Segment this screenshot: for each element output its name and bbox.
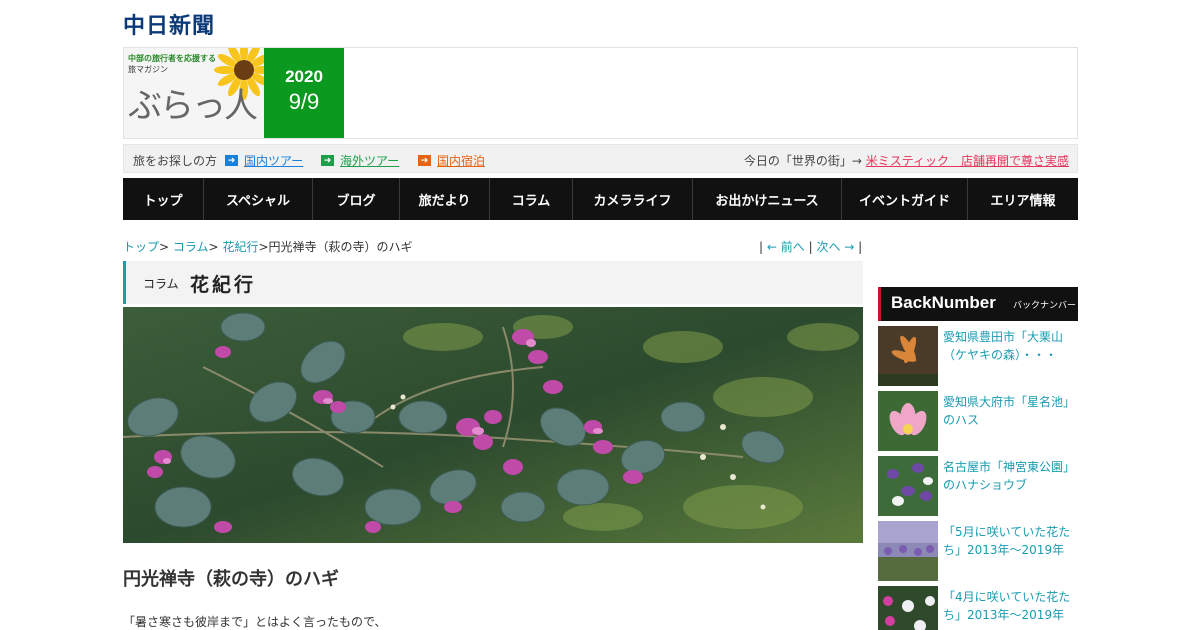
domestic-tour-link[interactable]: ➜ 国内ツアー xyxy=(225,152,303,169)
logo-text: 中日新聞 xyxy=(123,13,216,39)
bush-clover-photo xyxy=(123,307,863,543)
banner-title: ぶらっ人 xyxy=(128,86,258,126)
section-category: コラム xyxy=(143,277,179,291)
search-label: 旅をお探しの方 xyxy=(133,154,218,168)
thumbnail-image xyxy=(878,521,938,581)
banner-tagline: 中部の旅行者を応援する xyxy=(128,54,216,63)
backnumber-subtitle: バックナンバー xyxy=(1013,301,1077,311)
backnumber-caption[interactable]: 名古屋市「神宮東公園」のハナショウブ xyxy=(943,458,1075,494)
thumbnail-image xyxy=(878,456,938,516)
section-title: 花紀行 xyxy=(190,274,257,296)
breadcrumb: トップ> コラム> 花紀行>円光禅寺（萩の寺）のハギ xyxy=(123,238,413,255)
crumb-column[interactable]: コラム xyxy=(173,240,209,254)
nav-column[interactable]: コラム xyxy=(490,178,573,220)
main-nav: トップ スペシャル ブログ 旅だより コラム カメラライフ お出かけニュース イ… xyxy=(123,178,1078,220)
backnumber-item[interactable]: 名古屋市「神宮東公園」のハナショウブ xyxy=(878,451,1078,516)
crumb-flower[interactable]: 花紀行 xyxy=(222,240,258,254)
nav-outing-news[interactable]: お出かけニュース xyxy=(693,178,842,220)
domestic-stay-link[interactable]: ➜ 国内宿泊 xyxy=(418,152,485,169)
domestic-stay-label[interactable]: 国内宿泊 xyxy=(437,152,485,169)
crumb-current: 円光禅寺（萩の寺）のハギ xyxy=(268,240,413,254)
thumbnail-image xyxy=(878,391,938,451)
world-city-link[interactable]: 米ミスティック 店舗再開で尊さ実感 xyxy=(866,154,1069,168)
article-pager: | ← 前へ | 次へ → | xyxy=(759,238,862,255)
article-lead: 「暑さ寒さも彼岸まで」とはよく言ったもので、 xyxy=(123,615,387,629)
backnumber-item[interactable]: 愛知県豊田市「大栗山（ケヤキの森）・・・ xyxy=(878,321,1078,386)
backnumber-title: BackNumber xyxy=(891,293,996,312)
backnumber-item[interactable]: 「4月に咲いていた花たち」2013年～2019年 xyxy=(878,581,1078,630)
chunichi-logo[interactable]: 中日新聞 xyxy=(123,10,216,39)
pager-bar: | xyxy=(759,240,764,254)
nav-camera-life[interactable]: カメラライフ xyxy=(573,178,693,220)
arrow-right-icon: ➜ xyxy=(418,155,431,166)
issue-year: 2020 xyxy=(285,67,323,86)
backnumber-caption[interactable]: 愛知県豊田市「大栗山（ケヤキの森）・・・ xyxy=(943,328,1075,364)
banner-subtitle: 旅マガジン xyxy=(128,65,168,74)
nav-event-guide[interactable]: イベントガイド xyxy=(842,178,968,220)
hero-photo xyxy=(123,307,863,543)
backnumber-caption[interactable]: 「5月に咲いていた花たち」2013年～2019年 xyxy=(943,523,1075,559)
world-city-label: 今日の「世界の街」→ xyxy=(743,154,862,168)
overseas-tour-link[interactable]: ➜ 海外ツアー xyxy=(321,152,399,169)
overseas-tour-label[interactable]: 海外ツアー xyxy=(340,152,399,169)
nav-special[interactable]: スペシャル xyxy=(204,178,313,220)
crumb-sep: > xyxy=(159,240,170,254)
crumb-sep: > xyxy=(208,240,219,254)
nav-travel-letter[interactable]: 旅だより xyxy=(400,178,490,220)
nav-blog[interactable]: ブログ xyxy=(313,178,400,220)
crumb-top[interactable]: トップ xyxy=(123,240,159,254)
backnumber-caption[interactable]: 「4月に咲いていた花たち」2013年～2019年 xyxy=(943,588,1075,624)
arrow-right-icon: ➜ xyxy=(225,155,238,166)
thumbnail-image xyxy=(878,326,938,386)
nav-top[interactable]: トップ xyxy=(123,178,204,220)
crumb-sep: > xyxy=(258,240,269,254)
arrow-right-icon: ➜ xyxy=(321,155,334,166)
next-link[interactable]: 次へ → xyxy=(816,240,854,254)
magazine-banner: 中部の旅行者を応援する 旅マガジン ぶらっ人 2020 9/9 xyxy=(123,47,1078,139)
travel-search-bar: 旅をお探しの方 ➜ 国内ツアー ➜ 海外ツアー ➜ 国内宿泊 今日の「世界の街」… xyxy=(123,144,1078,173)
section-header: コラム 花紀行 xyxy=(123,261,863,304)
thumbnail-image xyxy=(878,586,938,630)
nav-area-info[interactable]: エリア情報 xyxy=(968,178,1078,220)
magazine-logo[interactable]: 中部の旅行者を応援する 旅マガジン ぶらっ人 xyxy=(124,48,264,138)
domestic-tour-label[interactable]: 国内ツアー xyxy=(244,152,303,169)
article-title: 円光禅寺（萩の寺）のハギ xyxy=(123,569,339,590)
backnumber-sidebar: BackNumber バックナンバー 愛知県豊田市「大栗山（ケヤキの森）・・・ … xyxy=(878,287,1078,630)
backnumber-caption[interactable]: 愛知県大府市「星名池」のハス xyxy=(943,393,1075,429)
issue-date: 2020 9/9 xyxy=(264,48,344,138)
backnumber-header: BackNumber バックナンバー xyxy=(878,287,1078,321)
pager-bar: | xyxy=(808,240,813,254)
pager-bar: | xyxy=(858,240,863,254)
backnumber-item[interactable]: 愛知県大府市「星名池」のハス xyxy=(878,386,1078,451)
issue-day: 9/9 xyxy=(288,89,320,114)
prev-link[interactable]: ← 前へ xyxy=(767,240,805,254)
backnumber-item[interactable]: 「5月に咲いていた花たち」2013年～2019年 xyxy=(878,516,1078,581)
world-city-today: 今日の「世界の街」→ 米ミスティック 店舗再開で尊さ実感 xyxy=(744,152,1069,169)
